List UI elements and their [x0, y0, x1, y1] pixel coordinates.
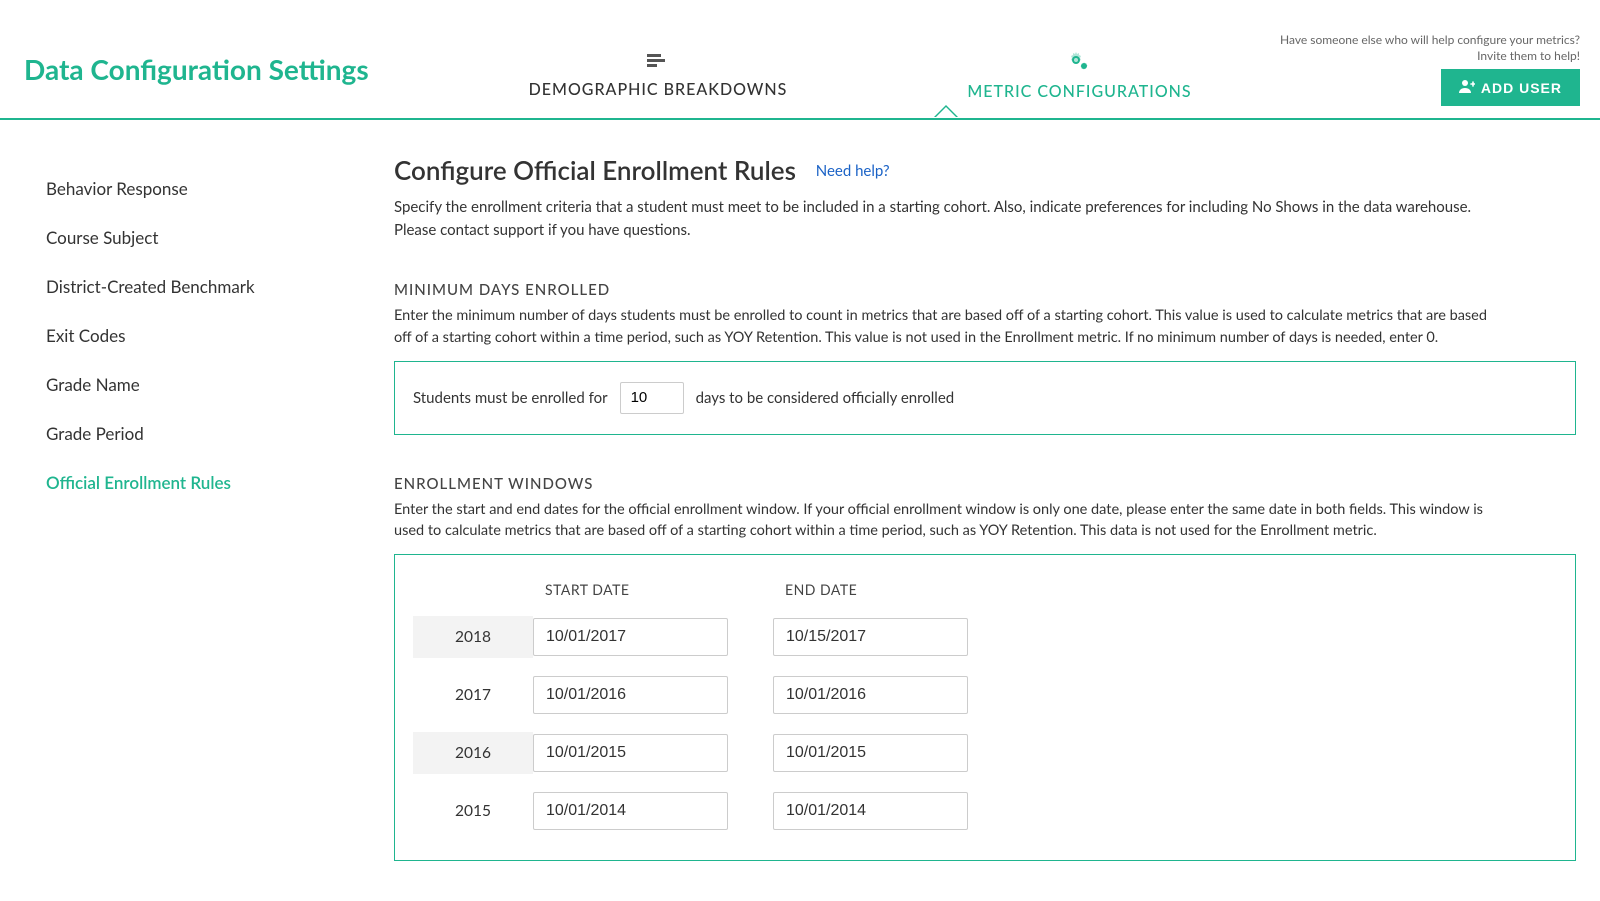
end-date-input[interactable] [773, 676, 968, 714]
header: Data Configuration Settings DEMOGRAPHIC … [0, 0, 1600, 106]
main-description: Specify the enrollment criteria that a s… [394, 196, 1494, 241]
sidebar-item-behavior-response[interactable]: Behavior Response [46, 164, 374, 213]
enrollment-windows-panel: YEAR START DATE END DATE 2018 [394, 554, 1576, 861]
invite-text: Have someone else who will help configur… [1280, 32, 1580, 63]
start-date-input[interactable] [533, 792, 728, 830]
add-user-label: ADD USER [1481, 80, 1562, 96]
tab-label: METRIC CONFIGURATIONS [967, 82, 1191, 101]
sidebar-item-course-subject[interactable]: Course Subject [46, 213, 374, 262]
tab-demographic-breakdowns[interactable]: DEMOGRAPHIC BREAKDOWNS [529, 52, 788, 101]
year-cell: 2018 [413, 616, 533, 658]
column-header-start: START DATE [533, 581, 743, 598]
minimum-days-panel: Students must be enrolled for days to be… [394, 361, 1576, 435]
column-header-end: END DATE [773, 581, 983, 598]
min-days-suffix: days to be considered officially enrolle… [696, 389, 955, 407]
min-days-input[interactable] [620, 382, 684, 414]
section-heading: MINIMUM DAYS ENROLLED [394, 281, 1576, 299]
table-row: 2017 [413, 666, 1557, 724]
add-user-button[interactable]: ADD USER [1441, 69, 1580, 106]
end-date-input[interactable] [773, 734, 968, 772]
section-enrollment-windows: ENROLLMENT WINDOWS Enter the start and e… [394, 475, 1576, 862]
main: Configure Official Enrollment Rules Need… [374, 154, 1576, 861]
section-minimum-days: MINIMUM DAYS ENROLLED Enter the minimum … [394, 281, 1576, 435]
bar-chart-icon [647, 52, 669, 74]
section-heading: ENROLLMENT WINDOWS [394, 475, 1576, 493]
page-title: Data Configuration Settings [24, 12, 369, 86]
section-description: Enter the start and end dates for the of… [394, 499, 1494, 543]
sidebar-item-district-created-benchmark[interactable]: District-Created Benchmark [46, 262, 374, 311]
end-date-input[interactable] [773, 618, 968, 656]
year-cell: 2016 [413, 732, 533, 774]
sidebar-item-grade-period[interactable]: Grade Period [46, 409, 374, 458]
enrollment-table: YEAR START DATE END DATE 2018 [413, 575, 1557, 840]
table-row: 2015 [413, 782, 1557, 840]
need-help-link[interactable]: Need help? [816, 162, 890, 180]
tab-divider [0, 118, 1600, 134]
sidebar: Behavior Response Course Subject Distric… [24, 154, 374, 861]
header-right: Have someone else who will help configur… [1280, 12, 1580, 106]
tab-metric-configurations[interactable]: METRIC CONFIGURATIONS [967, 52, 1191, 101]
tabs: DEMOGRAPHIC BREAKDOWNS METRIC CONFIGURAT… [529, 12, 1192, 101]
table-row: 2016 [413, 724, 1557, 782]
year-cell: 2015 [413, 790, 533, 832]
gears-icon [1068, 52, 1090, 76]
end-date-input[interactable] [773, 792, 968, 830]
table-row: 2018 [413, 608, 1557, 666]
main-title: Configure Official Enrollment Rules [394, 154, 796, 186]
add-user-icon [1459, 79, 1475, 96]
content: Behavior Response Course Subject Distric… [0, 134, 1600, 901]
sidebar-item-exit-codes[interactable]: Exit Codes [46, 311, 374, 360]
tab-label: DEMOGRAPHIC BREAKDOWNS [529, 80, 788, 99]
section-description: Enter the minimum number of days student… [394, 305, 1494, 349]
sidebar-item-official-enrollment-rules[interactable]: Official Enrollment Rules [46, 458, 374, 507]
year-cell: 2017 [413, 674, 533, 716]
start-date-input[interactable] [533, 618, 728, 656]
min-days-prefix: Students must be enrolled for [413, 389, 608, 407]
start-date-input[interactable] [533, 676, 728, 714]
start-date-input[interactable] [533, 734, 728, 772]
sidebar-item-grade-name[interactable]: Grade Name [46, 360, 374, 409]
